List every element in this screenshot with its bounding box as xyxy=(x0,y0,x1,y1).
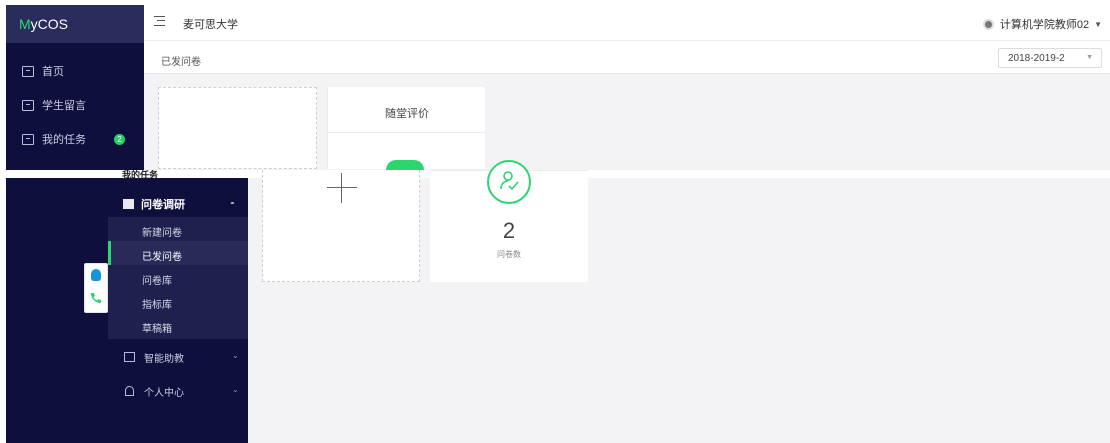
chevron-down-icon: ▼ xyxy=(1094,19,1102,29)
survey-card-title: 随堂评价 xyxy=(328,87,486,133)
submenu-item-indicator-library[interactable]: 指标库 xyxy=(108,289,248,313)
school-name: 麦可思大学 xyxy=(183,19,238,31)
sidebar-group-label: 问卷调研 xyxy=(141,199,185,211)
sidebar-item-home[interactable]: 首页 xyxy=(6,57,144,85)
user-menu[interactable]: 计算机学院教师02 ▼ xyxy=(982,16,1102,32)
user-name: 计算机学院教师02 xyxy=(999,19,1090,31)
submenu-item-drafts[interactable]: 草稿箱 xyxy=(108,313,248,337)
submenu-item-new-survey[interactable]: 新建问卷 xyxy=(108,217,248,241)
survey-icon-circle xyxy=(386,160,424,170)
chevron-down-icon: ▼ xyxy=(1086,54,1093,61)
person-icon xyxy=(125,386,134,396)
plus-icon[interactable] xyxy=(327,187,357,188)
sidebar-item-smart-assistant[interactable]: 智能助教 ⌄ xyxy=(108,344,248,370)
survey-submenu: 新建问卷 已发问卷 问卷库 指标库 草稿箱 xyxy=(108,217,248,339)
semester-value: 2018-2019-2 xyxy=(1008,53,1065,64)
sidebar-item-label: 学生留言 xyxy=(42,100,86,112)
submenu-item-sent-surveys[interactable]: 已发问卷 xyxy=(108,241,248,265)
sidebar-item-label: 我的任务 xyxy=(42,134,86,146)
survey-icon xyxy=(123,199,134,209)
sidebar-item-personal-center[interactable]: 个人中心 ⌄ xyxy=(108,378,248,404)
monitor-icon xyxy=(124,352,135,362)
survey-card[interactable]: 随堂评价 xyxy=(327,87,486,169)
sidebar-item-label: 智能助教 xyxy=(144,353,184,365)
chevron-down-icon: ⌄ xyxy=(232,351,239,360)
sidebar-item-label: 首页 xyxy=(42,66,64,78)
task-badge: 2 xyxy=(114,134,125,145)
layout-icon xyxy=(22,65,34,77)
add-survey-card-top[interactable] xyxy=(158,87,317,169)
survey-count-value: 2 xyxy=(502,218,516,243)
logo[interactable]: MyCOS xyxy=(6,5,144,43)
plus-icon-vertical xyxy=(341,173,342,203)
avatar xyxy=(982,18,994,30)
task-icon xyxy=(22,133,34,145)
person-check-icon xyxy=(500,171,519,191)
sidebar-item-label: 个人中心 xyxy=(144,387,184,399)
semester-select[interactable]: 2018-2019-2 ▼ xyxy=(998,48,1102,68)
sidebar-group-survey[interactable]: 问卷调研 ◓ xyxy=(108,191,248,217)
qq-icon[interactable] xyxy=(91,269,101,281)
sidebar-item-tasks-fragment: 我的任务 xyxy=(122,170,159,180)
message-icon xyxy=(22,99,34,111)
chevron-down-icon: ⌄ xyxy=(232,385,239,394)
sidebar-item-tasks[interactable]: 我的任务 2 xyxy=(6,125,144,153)
phone-icon[interactable] xyxy=(90,292,102,304)
survey-count-label: 问卷数 xyxy=(497,250,521,259)
submenu-item-survey-library[interactable]: 问卷库 xyxy=(108,265,248,289)
top-bar: 麦可思大学 计算机学院教师02 ▼ xyxy=(144,5,1110,41)
chevron-up-icon: ◓ xyxy=(230,199,235,208)
sidebar-item-messages[interactable]: 学生留言 xyxy=(6,91,144,119)
breadcrumb-bar: 已发问卷 2018-2019-2 ▼ xyxy=(144,42,1110,74)
page-title: 已发问卷 xyxy=(161,57,201,68)
menu-toggle-icon[interactable] xyxy=(154,16,165,26)
